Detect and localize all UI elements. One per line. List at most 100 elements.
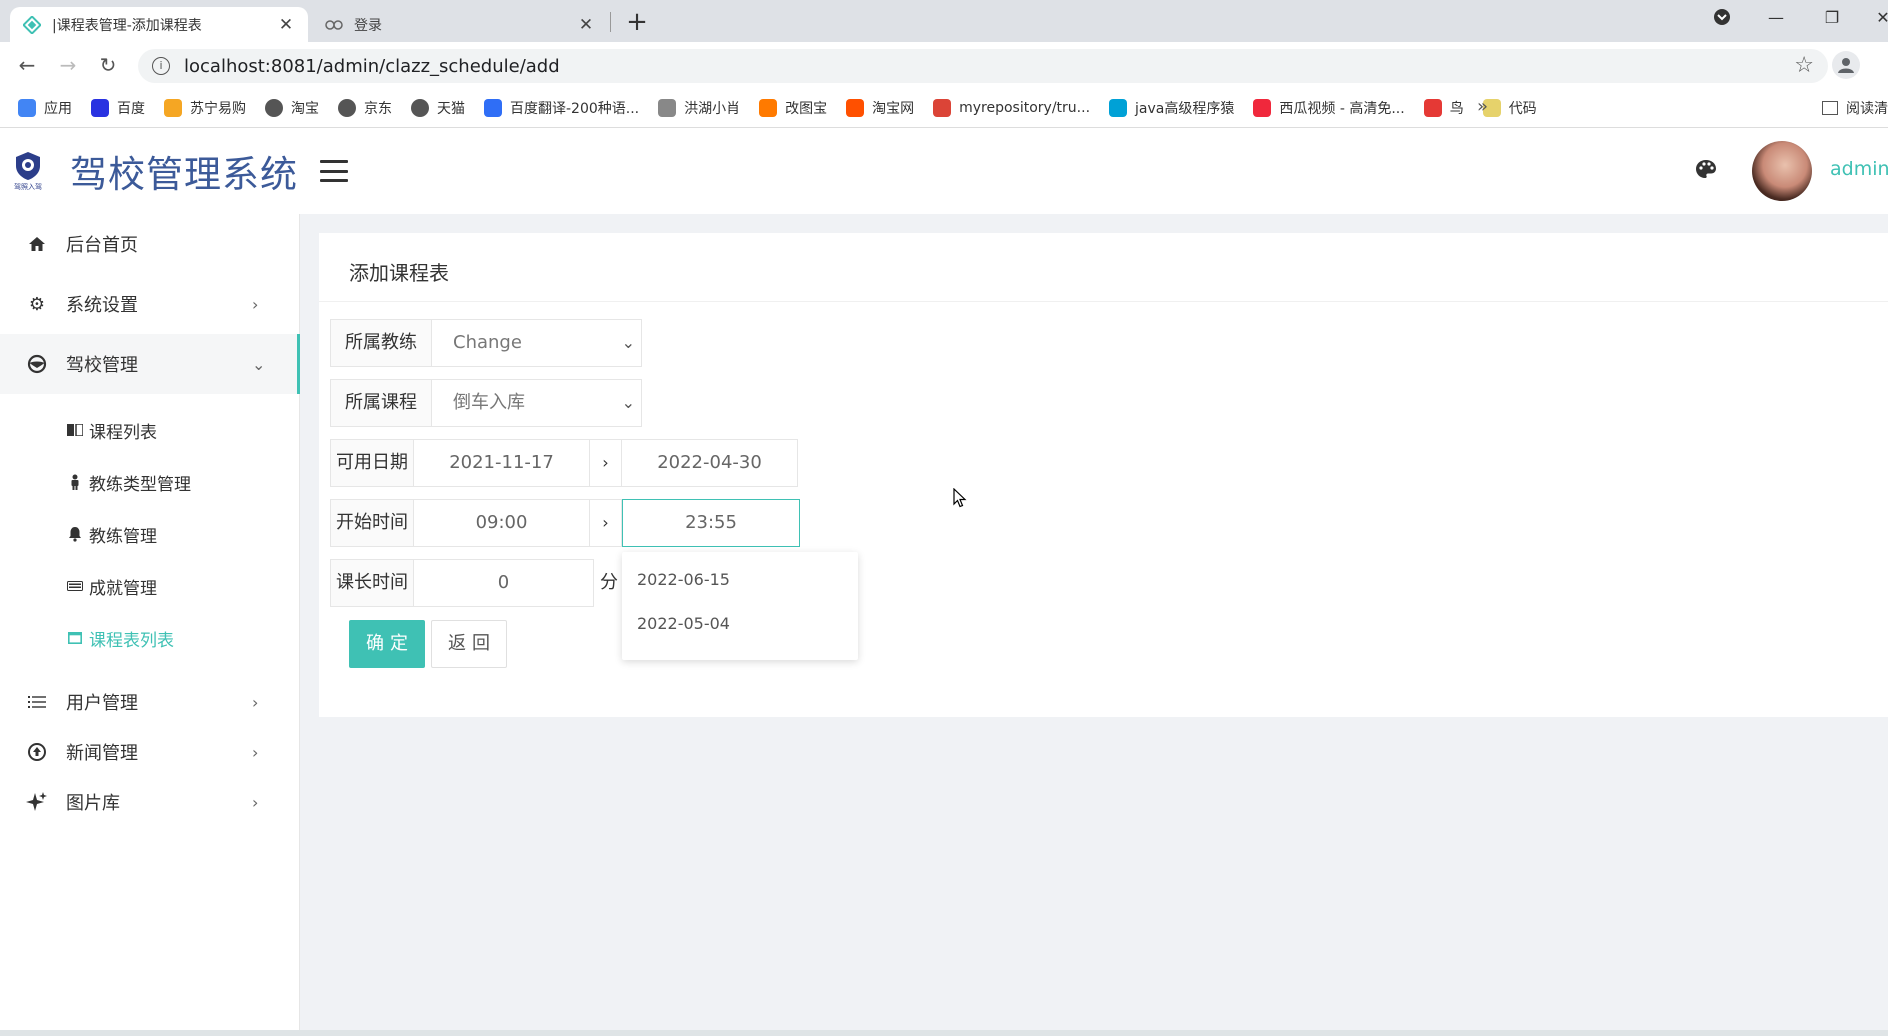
sidebar: 后台首页 ⚙ 系统设置 › 驾校管理 ⌄ 课程列表 教练类型管理 教练管理 成就…	[0, 214, 300, 1036]
sidebar-item-label: 图片库	[66, 793, 120, 814]
user-name[interactable]: admin	[1830, 158, 1888, 180]
bookmark-label: 洪湖小肖	[684, 100, 741, 117]
bilibili-icon	[1109, 98, 1128, 117]
autocomplete-option[interactable]: 2022-06-15	[637, 570, 730, 589]
back-button[interactable]: 返回	[431, 620, 507, 668]
address-bar[interactable]: i localhost:8081/admin/clazz_schedule/ad…	[138, 49, 1828, 83]
tab-close-icon[interactable]: ✕	[276, 15, 296, 35]
bookmark-item[interactable]: 天猫	[411, 98, 465, 118]
bookmark-item[interactable]: myrepository/tru...	[933, 98, 1091, 117]
form-row-duration: 课长时间 0 分钟	[330, 559, 634, 607]
menu-toggle-icon[interactable]	[320, 160, 348, 182]
minimize-icon[interactable]: —	[1761, 8, 1791, 27]
sparkle-icon	[26, 791, 48, 813]
new-tab-button[interactable]: +	[622, 8, 652, 38]
bird-icon	[658, 98, 677, 117]
bookmark-item[interactable]: 京东	[338, 98, 392, 118]
duration-input[interactable]: 0	[414, 559, 594, 607]
bookmark-label: 西瓜视频 - 高清免...	[1279, 100, 1405, 117]
mouse-cursor-icon	[953, 487, 967, 508]
bookmark-item[interactable]: 百度翻译-200种语...	[484, 98, 639, 118]
course-select[interactable]: 倒车入库 ⌄	[432, 379, 642, 427]
chrome-icon	[933, 98, 952, 117]
back-arrow-icon[interactable]: ←	[14, 52, 40, 78]
logo-emblem-icon: 驾照入驾	[8, 149, 48, 193]
sidebar-item-gallery[interactable]: 图片库 ›	[0, 772, 300, 832]
browser-tab-inactive[interactable]: 登录 ✕	[312, 7, 608, 42]
sidebar-subitem-coach-type[interactable]: 教练类型管理	[0, 456, 300, 508]
sidebar-item-label: 系统设置	[66, 295, 138, 316]
chevron-down-icon: ⌄	[252, 354, 266, 374]
bookmark-item[interactable]: java高级程序猿	[1109, 98, 1234, 118]
bookmark-item[interactable]: 百度	[91, 98, 145, 118]
xigua-icon	[1253, 98, 1272, 117]
bookmark-item[interactable]: 改图宝	[759, 98, 827, 118]
window-close-icon[interactable]: ✕	[1868, 8, 1888, 27]
apps-grid-icon	[18, 98, 36, 117]
bookmark-item[interactable]: 西瓜视频 - 高清免...	[1253, 98, 1405, 118]
sidebar-item-home[interactable]: 后台首页	[0, 214, 300, 274]
time-start-input[interactable]: 09:00	[414, 499, 590, 547]
restore-icon[interactable]: ❐	[1817, 8, 1847, 27]
gear-icon: ⚙	[28, 293, 46, 315]
sidebar-subitem-coach[interactable]: 教练管理	[0, 508, 300, 560]
bell-icon	[66, 525, 84, 543]
page-title: 添加课程表	[349, 261, 449, 285]
tab-title: |课程表管理-添加课程表	[52, 17, 202, 34]
tab-close-icon[interactable]: ✕	[576, 15, 596, 35]
bookmarks-overflow-icon[interactable]: »	[1477, 96, 1488, 117]
bookmark-item[interactable]: 洪湖小肖	[658, 98, 740, 118]
chevron-right-icon: ›	[252, 294, 259, 314]
bookmark-star-icon[interactable]: ☆	[1794, 53, 1814, 78]
bookmark-item[interactable]: 淘宝	[265, 98, 319, 118]
bookmark-label: 鸟	[1449, 100, 1464, 117]
sidebar-subitem-course-list[interactable]: 课程列表	[0, 404, 300, 456]
window-icon	[66, 629, 84, 647]
site-info-icon[interactable]: i	[152, 57, 170, 75]
sidebar-item-label: 新闻管理	[66, 743, 138, 764]
bookmark-label: 淘宝网	[872, 100, 915, 117]
sidebar-subitem-achievement[interactable]: 成就管理	[0, 560, 300, 612]
bookmark-item[interactable]: 应用	[18, 98, 72, 118]
gaitubao-icon	[759, 98, 778, 117]
list-icon	[26, 691, 48, 713]
avatar[interactable]	[1752, 141, 1812, 201]
tab-title: 登录	[354, 17, 382, 34]
time-end-input[interactable]: 23:55	[622, 499, 800, 547]
bookmark-item[interactable]: 苏宁易购	[164, 98, 246, 118]
submit-button[interactable]: 确定	[349, 620, 425, 668]
tab-search-icon[interactable]	[1707, 8, 1737, 30]
profile-icon[interactable]	[1832, 51, 1860, 79]
bookmark-item[interactable]: 淘宝网	[846, 98, 914, 118]
sidebar-subitem-label: 课程列表	[89, 422, 157, 443]
autocomplete-option[interactable]: 2022-05-04	[637, 614, 730, 633]
horizontal-scrollbar[interactable]	[0, 1030, 1888, 1036]
palette-icon[interactable]	[1694, 158, 1718, 182]
logo[interactable]: 驾照入驾 驾校管理系统	[0, 128, 300, 214]
reload-icon[interactable]: ↻	[95, 52, 121, 78]
sidebar-subitem-label: 课程表列表	[89, 630, 174, 651]
sidebar-item-driving-school[interactable]: 驾校管理 ⌄	[0, 334, 300, 394]
browser-tab-active[interactable]: |课程表管理-添加课程表 ✕	[10, 7, 308, 42]
bookmark-label: myrepository/tru...	[959, 99, 1091, 116]
bookmark-item[interactable]: 鸟	[1423, 98, 1464, 118]
bookmark-label: 苏宁易购	[190, 100, 246, 117]
chevron-right-icon: ›	[252, 792, 259, 812]
date-end-input[interactable]: 2022-04-30	[622, 439, 798, 487]
forward-arrow-icon[interactable]: →	[55, 52, 81, 78]
browser-toolbar: ← → ↻ i localhost:8081/admin/clazz_sched…	[0, 42, 1888, 88]
bookmark-label: 天猫	[437, 100, 465, 117]
globe-icon	[411, 98, 429, 117]
steering-wheel-icon	[26, 353, 48, 375]
sidebar-subitem-label: 成就管理	[89, 578, 157, 599]
date-start-input[interactable]: 2021-11-17	[414, 439, 590, 487]
form-row-coach: 所属教练 Change ⌄	[330, 319, 642, 367]
bookmark-item[interactable]: 代码	[1482, 98, 1537, 118]
reading-list[interactable]: 阅读清	[1822, 98, 1888, 118]
chevron-right-icon: ›	[252, 692, 259, 712]
coach-select[interactable]: Change ⌄	[432, 319, 642, 367]
sidebar-item-settings[interactable]: ⚙ 系统设置 ›	[0, 274, 300, 334]
bookmark-label: 百度翻译-200种语...	[510, 100, 640, 117]
sidebar-subitem-schedule-list[interactable]: 课程表列表	[0, 612, 300, 664]
form-row-date: 可用日期 2021-11-17 › 2022-04-30	[330, 439, 798, 487]
